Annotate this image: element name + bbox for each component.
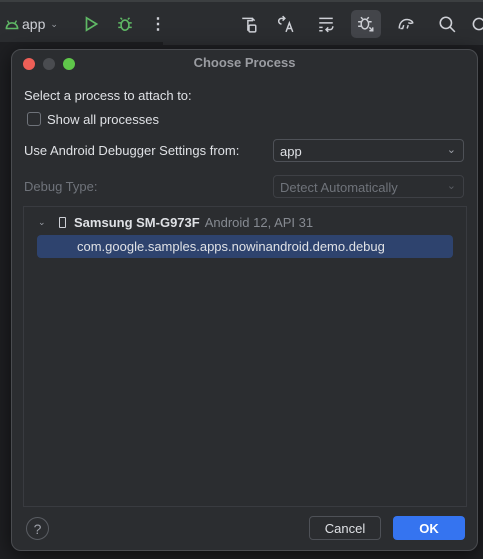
cancel-button[interactable]: Cancel <box>309 516 381 540</box>
dialog-title: Choose Process <box>193 55 296 70</box>
help-icon: ? <box>33 520 42 537</box>
debugger-settings-value: app <box>280 144 302 159</box>
debug-type-select: Detect Automatically ⌄ <box>273 175 464 198</box>
debug-type-value: Detect Automatically <box>280 180 398 195</box>
project-name: app <box>22 16 46 32</box>
sync-icon[interactable] <box>312 10 340 38</box>
chevron-down-icon[interactable]: ⌄ <box>38 217 52 228</box>
debugger-settings-label: Use Android Debugger Settings from: <box>24 143 240 158</box>
device-name: Samsung SM-G973F <box>74 215 200 230</box>
choose-process-dialog: Choose Process Select a process to attac… <box>11 49 478 551</box>
run-button[interactable] <box>80 10 102 38</box>
debugger-settings-select[interactable]: app ⌄ <box>273 139 464 162</box>
background-panel <box>163 42 483 45</box>
debug-icon <box>118 17 132 31</box>
chevron-down-icon: ⌄ <box>50 18 58 29</box>
debug-type-label: Debug Type: <box>24 179 98 194</box>
attach-debugger-icon <box>358 16 374 32</box>
settings-icon[interactable] <box>470 10 483 38</box>
phone-icon <box>59 217 66 228</box>
main-toolbar: app ⌄ ⋮ <box>0 0 483 42</box>
run-icon <box>85 16 99 32</box>
android-icon <box>2 10 22 38</box>
process-tree: ⌄ Samsung SM-G973F Android 12, API 31 co… <box>23 206 467 507</box>
attach-debugger-button[interactable] <box>351 10 381 38</box>
build-icon[interactable] <box>235 10 263 38</box>
process-name: com.google.samples.apps.nowinandroid.dem… <box>77 239 385 254</box>
translate-icon[interactable] <box>272 10 300 38</box>
help-button[interactable]: ? <box>26 517 49 540</box>
show-all-processes-checkbox[interactable] <box>27 112 41 126</box>
debug-button[interactable] <box>113 10 137 38</box>
chevron-down-icon: ⌄ <box>446 180 456 192</box>
device-node[interactable]: ⌄ Samsung SM-G973F Android 12, API 31 <box>37 211 453 234</box>
gradle-icon[interactable] <box>392 10 420 38</box>
more-icon[interactable]: ⋮ <box>150 10 166 38</box>
show-all-processes-label[interactable]: Show all processes <box>47 112 159 127</box>
chevron-down-icon: ⌄ <box>446 144 456 156</box>
select-process-label: Select a process to attach to: <box>24 88 192 103</box>
device-info: Android 12, API 31 <box>204 215 314 230</box>
process-item[interactable]: com.google.samples.apps.nowinandroid.dem… <box>37 235 453 258</box>
project-selector[interactable]: app ⌄ <box>22 10 68 38</box>
ok-button[interactable]: OK <box>393 516 465 540</box>
search-icon[interactable] <box>433 10 461 38</box>
